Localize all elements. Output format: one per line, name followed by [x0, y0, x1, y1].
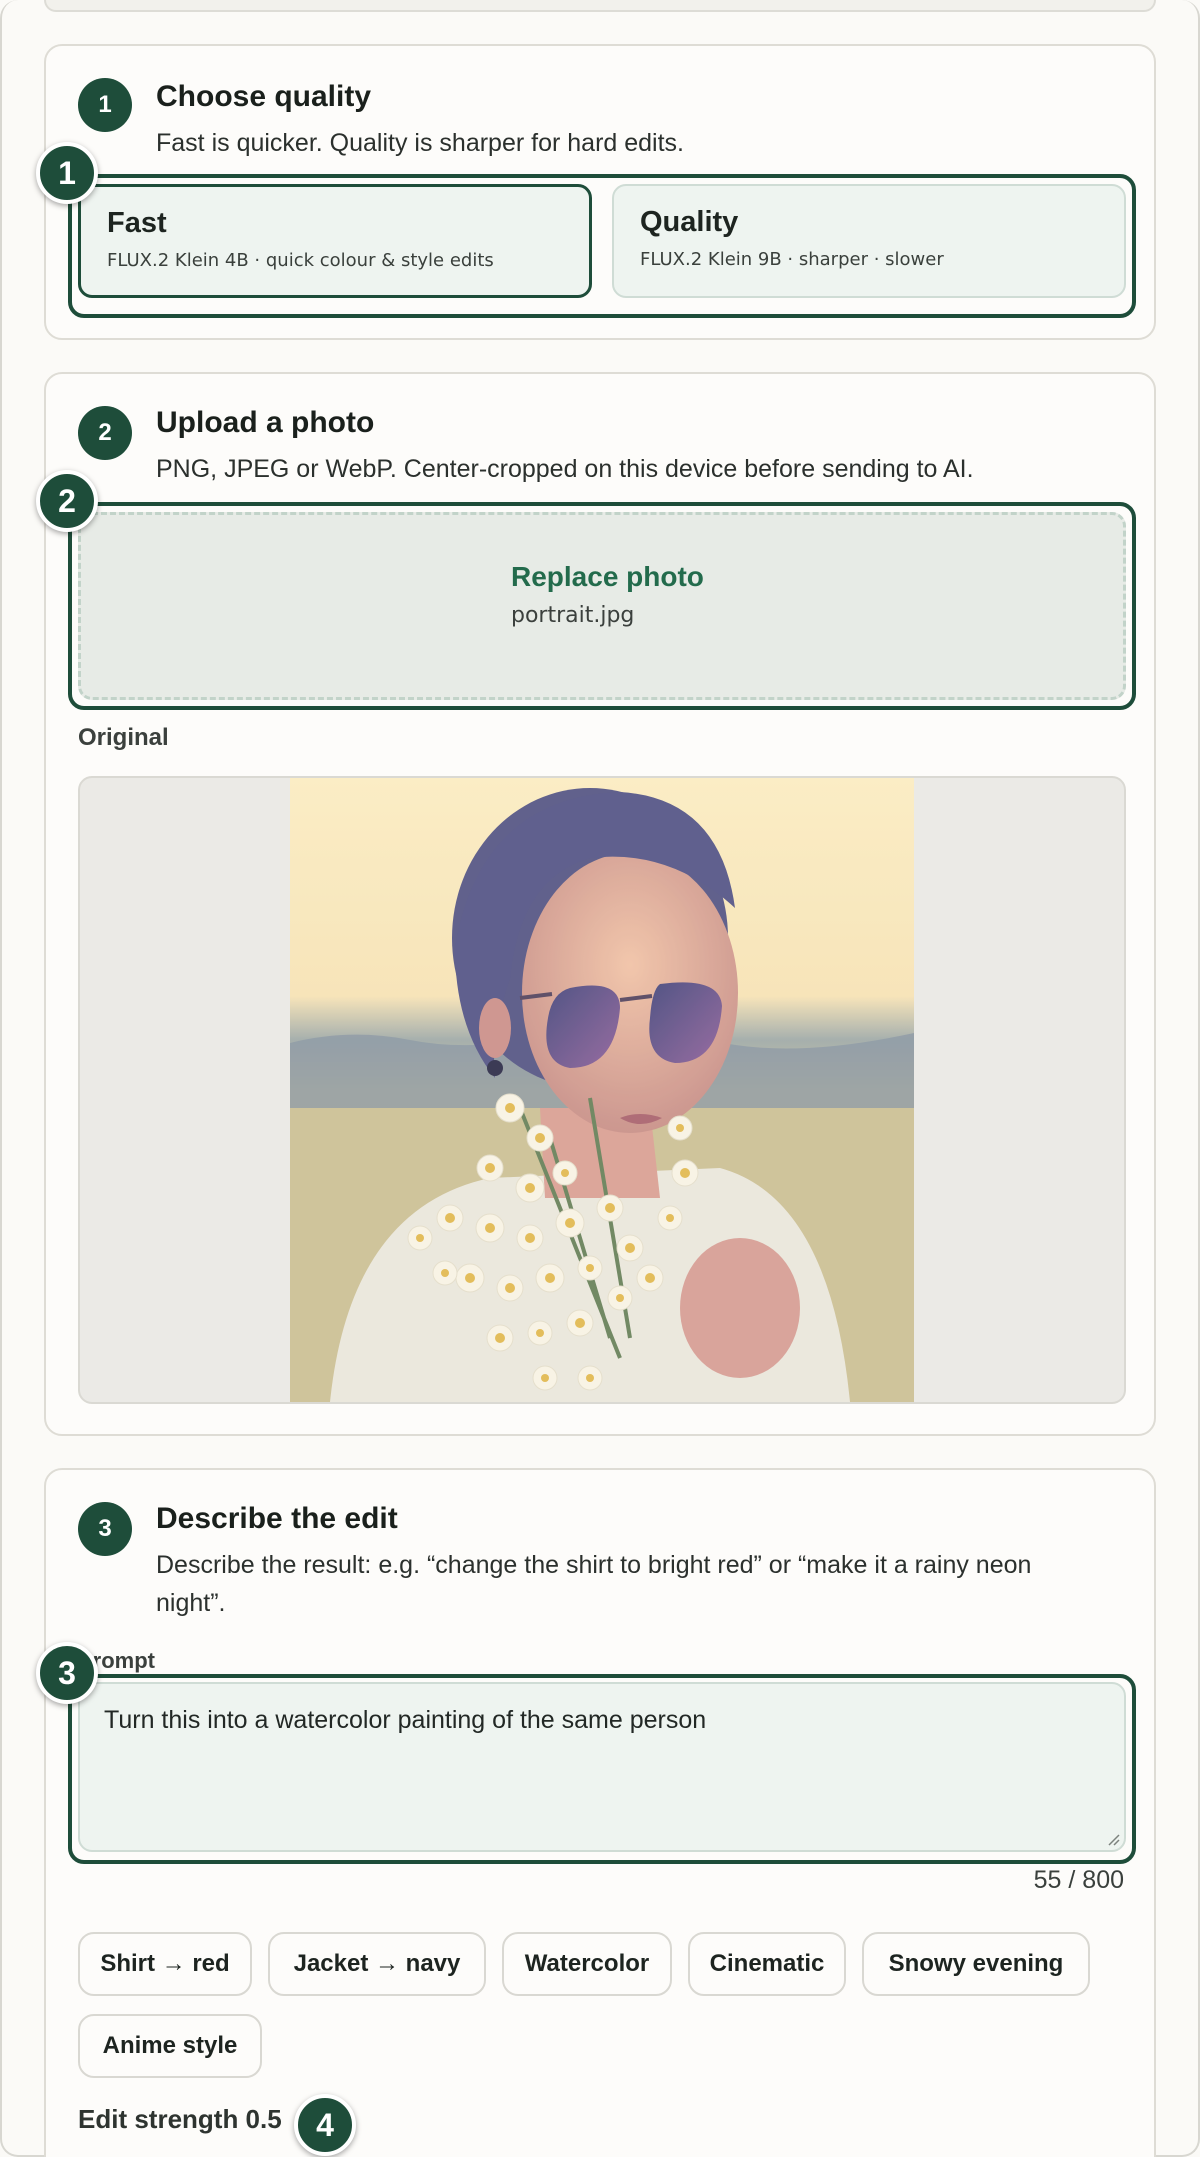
- option-description: FLUX.2 Klein 9B · sharper · slower: [640, 249, 944, 270]
- quality-option-fast[interactable]: Fast FLUX.2 Klein 4B · quick colour & st…: [78, 184, 592, 298]
- preset-chip-snowy-evening[interactable]: Snowy evening: [862, 1932, 1090, 1996]
- step-badge: 3: [78, 1502, 132, 1556]
- option-title: Quality: [640, 206, 739, 238]
- preset-chip-shirt-red[interactable]: Shirt → red: [78, 1932, 252, 1996]
- file-name: portrait.jpg: [511, 603, 635, 628]
- edit-subtitle: Describe the result: e.g. “change the sh…: [156, 1551, 1032, 1617]
- original-label: Original: [78, 724, 169, 751]
- option-title: Fast: [107, 207, 167, 239]
- preset-chip-anime-style[interactable]: Anime style: [78, 2014, 262, 2078]
- prompt-value: Turn this into a watercolor painting of …: [104, 1706, 707, 1734]
- edit-title: Describe the edit: [156, 1502, 398, 1535]
- preset-chip-cinematic[interactable]: Cinematic: [688, 1932, 846, 1996]
- annotation-marker-4: 4: [294, 2094, 356, 2156]
- preset-chip-jacket-navy[interactable]: Jacket → navy: [268, 1932, 486, 1996]
- character-counter: 55 / 800: [1033, 1866, 1124, 1894]
- quality-option-quality[interactable]: Quality FLUX.2 Klein 9B · sharper · slow…: [612, 184, 1126, 298]
- annotation-marker-2: 2: [36, 470, 98, 532]
- upload-subtitle: PNG, JPEG or WebP. Center-cropped on thi…: [156, 455, 974, 483]
- quality-title: Choose quality: [156, 80, 372, 113]
- edit-strength-label: Edit strength 0.5: [78, 2104, 282, 2134]
- portrait-image: [290, 778, 914, 1402]
- photo-dropzone[interactable]: Replace photo portrait.jpg: [78, 512, 1126, 700]
- resize-handle-icon[interactable]: [1104, 1830, 1120, 1846]
- replace-photo-button[interactable]: Replace photo: [511, 561, 704, 593]
- quality-subtitle: Fast is quicker. Quality is sharper for …: [156, 129, 684, 157]
- quality-card: 1 Choose quality Fast is quicker. Qualit…: [44, 44, 1156, 340]
- upload-card: 2 Upload a photo PNG, JPEG or WebP. Cent…: [44, 372, 1156, 1436]
- step-badge: 2: [78, 406, 132, 460]
- option-description: FLUX.2 Klein 4B · quick colour & style e…: [107, 250, 494, 271]
- original-photo: [290, 778, 914, 1402]
- preset-chip-watercolor[interactable]: Watercolor: [502, 1932, 672, 1996]
- edit-card: 3 Describe the edit Describe the result:…: [44, 1468, 1156, 2157]
- original-preview: [78, 776, 1126, 1404]
- annotation-marker-1: 1: [36, 142, 98, 204]
- prompt-textarea[interactable]: Turn this into a watercolor painting of …: [78, 1682, 1126, 1852]
- upload-title: Upload a photo: [156, 406, 375, 439]
- previous-card-edge: [44, 0, 1156, 12]
- step-badge: 1: [78, 78, 132, 132]
- annotation-marker-3: 3: [36, 1642, 98, 1704]
